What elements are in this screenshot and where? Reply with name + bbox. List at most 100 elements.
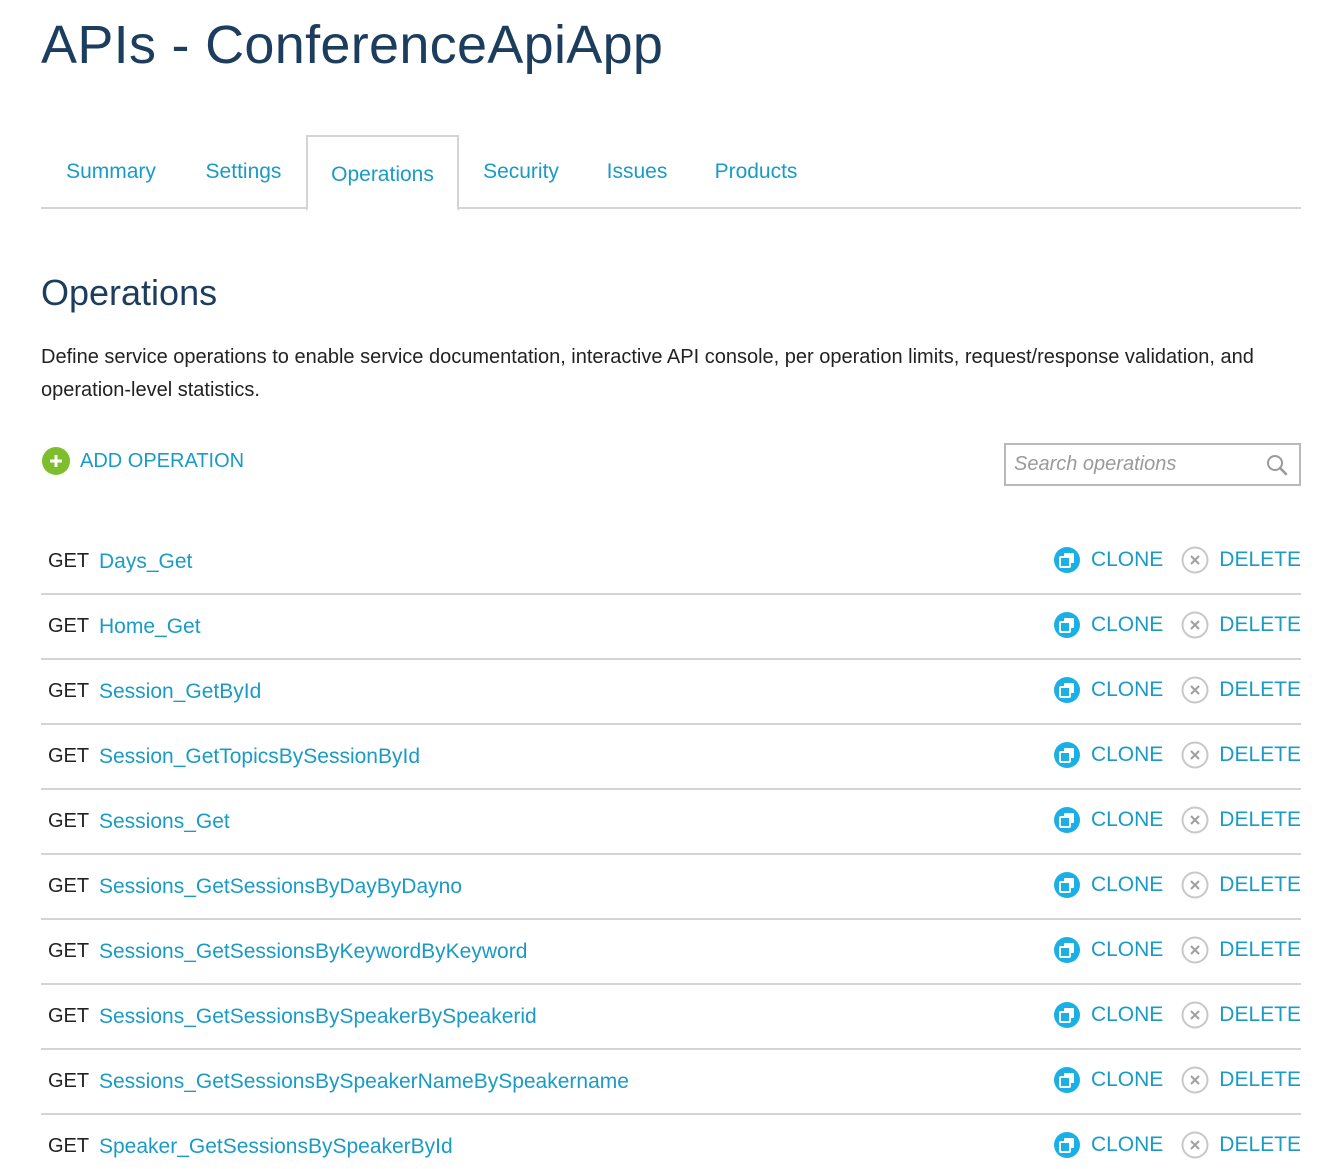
delete-button[interactable]: DELETE xyxy=(1181,1001,1301,1029)
clone-button[interactable]: CLONE xyxy=(1053,546,1163,574)
operation-row: GET Session_GetById CLONE DELETE xyxy=(41,660,1301,725)
operation-method: GET xyxy=(48,1070,90,1092)
clone-icon xyxy=(1053,611,1081,639)
clone-button[interactable]: CLONE xyxy=(1053,806,1163,834)
operation-row: GET Sessions_GetSessionsByDayByDayno CLO… xyxy=(41,855,1301,920)
operation-method: GET xyxy=(48,940,90,962)
clone-button[interactable]: CLONE xyxy=(1053,1001,1163,1029)
close-circle-icon xyxy=(1181,806,1209,834)
close-circle-icon xyxy=(1181,936,1209,964)
delete-label: DELETE xyxy=(1219,873,1301,896)
operation-name-link[interactable]: Sessions_GetSessionsByKeywordByKeyword xyxy=(99,940,527,964)
delete-button[interactable]: DELETE xyxy=(1181,676,1301,704)
operation-name-link[interactable]: Sessions_GetSessionsBySpeakerBySpeakerid xyxy=(99,1005,537,1029)
delete-button[interactable]: DELETE xyxy=(1181,806,1301,834)
delete-label: DELETE xyxy=(1219,938,1301,961)
close-circle-icon xyxy=(1181,546,1209,574)
close-circle-icon xyxy=(1181,871,1209,899)
operation-name-link[interactable]: Session_GetTopicsBySessionById xyxy=(99,745,420,769)
operation-name-link[interactable]: Home_Get xyxy=(99,615,201,639)
operation-method: GET xyxy=(48,1005,90,1027)
tab-operations[interactable]: Operations xyxy=(306,135,459,211)
search-box xyxy=(1004,443,1301,486)
tab-summary[interactable]: Summary xyxy=(41,135,181,209)
delete-label: DELETE xyxy=(1219,1068,1301,1091)
operation-method: GET xyxy=(48,875,90,897)
operation-method: GET xyxy=(48,1135,90,1157)
close-circle-icon xyxy=(1181,741,1209,769)
clone-label: CLONE xyxy=(1090,873,1164,896)
operation-actions: CLONE DELETE xyxy=(1053,611,1301,639)
operation-row: GET Sessions_GetSessionsByKeywordByKeywo… xyxy=(41,920,1301,985)
delete-button[interactable]: DELETE xyxy=(1181,1066,1301,1094)
operation-row: GET Home_Get CLONE DELETE xyxy=(41,595,1301,660)
clone-icon xyxy=(1053,1131,1081,1159)
delete-label: DELETE xyxy=(1219,743,1301,766)
clone-button[interactable]: CLONE xyxy=(1053,741,1163,769)
delete-button[interactable]: DELETE xyxy=(1181,611,1301,639)
operation-actions: CLONE DELETE xyxy=(1053,1066,1301,1094)
delete-button[interactable]: DELETE xyxy=(1181,871,1301,899)
operation-name-link[interactable]: Sessions_GetSessionsByDayByDayno xyxy=(99,875,462,899)
delete-label: DELETE xyxy=(1219,1003,1301,1026)
delete-button[interactable]: DELETE xyxy=(1181,546,1301,574)
operation-name-link[interactable]: Sessions_Get xyxy=(99,810,230,834)
section-description: Define service operations to enable serv… xyxy=(41,346,1254,401)
close-circle-icon xyxy=(1181,676,1209,704)
operation-actions: CLONE DELETE xyxy=(1053,871,1301,899)
operation-name-link[interactable]: Session_GetById xyxy=(99,680,261,704)
clone-label: CLONE xyxy=(1090,1133,1164,1156)
operation-name-link[interactable]: Speaker_GetSessionsBySpeakerById xyxy=(99,1135,453,1159)
operation-name-link[interactable]: Days_Get xyxy=(99,550,192,574)
add-operation-label: ADD OPERATION xyxy=(80,449,245,472)
operation-actions: CLONE DELETE xyxy=(1053,806,1301,834)
clone-icon xyxy=(1053,1001,1081,1029)
close-circle-icon xyxy=(1181,1066,1209,1094)
clone-icon xyxy=(1053,546,1081,574)
operation-actions: CLONE DELETE xyxy=(1053,936,1301,964)
clone-button[interactable]: CLONE xyxy=(1053,1131,1163,1159)
add-operation-button[interactable]: ADD OPERATION xyxy=(42,446,244,476)
tab-products[interactable]: Products xyxy=(691,135,821,209)
delete-button[interactable]: DELETE xyxy=(1181,936,1301,964)
delete-button[interactable]: DELETE xyxy=(1181,1131,1301,1159)
plus-circle-icon xyxy=(42,447,70,475)
clone-label: CLONE xyxy=(1090,548,1164,571)
operation-actions: CLONE DELETE xyxy=(1053,741,1301,769)
operation-row: GET Speaker_GetSessionsBySpeakerById CLO… xyxy=(41,1115,1301,1169)
close-circle-icon xyxy=(1181,1131,1209,1159)
search-icon[interactable] xyxy=(1265,453,1289,477)
operation-row: GET Sessions_Get CLONE DELETE xyxy=(41,790,1301,855)
page-title: APIs - ConferenceApiApp xyxy=(41,15,664,75)
delete-button[interactable]: DELETE xyxy=(1181,741,1301,769)
operation-row: GET Sessions_GetSessionsBySpeakerNameByS… xyxy=(41,1050,1301,1115)
clone-button[interactable]: CLONE xyxy=(1053,676,1163,704)
clone-label: CLONE xyxy=(1090,613,1164,636)
close-circle-icon xyxy=(1181,611,1209,639)
delete-label: DELETE xyxy=(1219,678,1301,701)
clone-label: CLONE xyxy=(1090,1068,1164,1091)
operation-row: GET Session_GetTopicsBySessionById CLONE xyxy=(41,725,1301,790)
search-input[interactable] xyxy=(1014,449,1254,480)
operation-name-link[interactable]: Sessions_GetSessionsBySpeakerNameBySpeak… xyxy=(99,1070,629,1094)
tab-settings[interactable]: Settings xyxy=(181,135,306,209)
operation-actions: CLONE DELETE xyxy=(1053,1001,1301,1029)
tab-bar: Summary Settings Operations Security Iss… xyxy=(41,135,1301,211)
clone-icon xyxy=(1053,806,1081,834)
operation-method: GET xyxy=(48,550,90,572)
tab-issues[interactable]: Issues xyxy=(583,135,691,209)
clone-icon xyxy=(1053,936,1081,964)
operation-row: GET Days_Get CLONE DELETE xyxy=(41,530,1301,595)
section-title: Operations xyxy=(41,272,218,313)
tab-security[interactable]: Security xyxy=(459,135,583,209)
operation-actions: CLONE DELETE xyxy=(1053,546,1301,574)
clone-button[interactable]: CLONE xyxy=(1053,936,1163,964)
clone-icon xyxy=(1053,871,1081,899)
clone-button[interactable]: CLONE xyxy=(1053,871,1163,899)
clone-button[interactable]: CLONE xyxy=(1053,611,1163,639)
clone-label: CLONE xyxy=(1090,808,1164,831)
operation-method: GET xyxy=(48,810,90,832)
clone-icon xyxy=(1053,1066,1081,1094)
operation-method: GET xyxy=(48,745,90,767)
clone-button[interactable]: CLONE xyxy=(1053,1066,1163,1094)
